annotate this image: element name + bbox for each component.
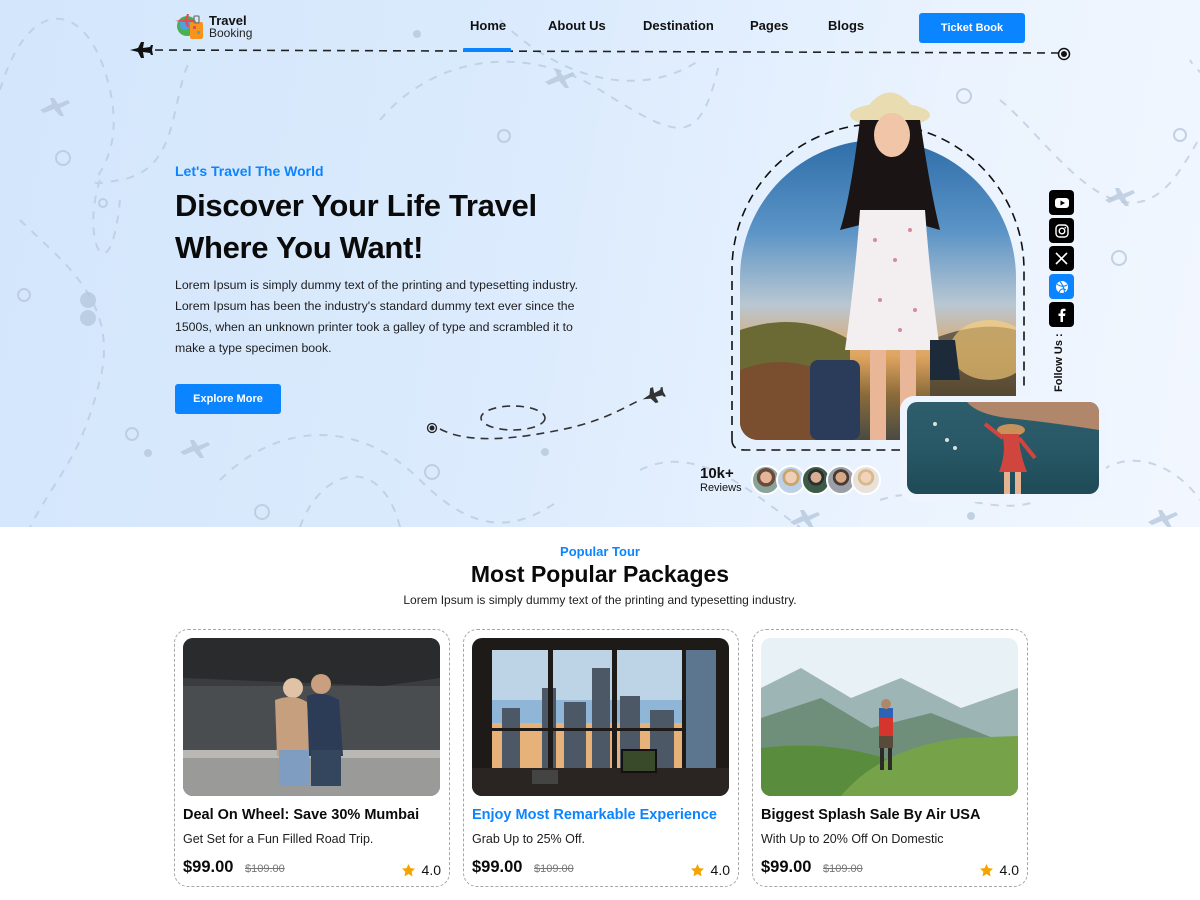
explore-more-button[interactable]: Explore More [175,384,281,414]
hero-headline: Discover Your Life Travel Where You Want… [175,188,537,265]
dribbble-link[interactable] [1049,274,1074,299]
hero-tagline: Let's Travel The World [175,163,324,179]
package-card[interactable]: Deal On Wheel: Save 30% Mumbai Get Set f… [174,629,450,887]
follow-us-label: Follow Us : [1053,333,1065,392]
nav-about-us[interactable]: About Us [548,18,606,33]
instagram-link[interactable] [1049,218,1074,243]
nav-blogs[interactable]: Blogs [828,18,864,33]
section-title: Most Popular Packages [470,561,730,587]
rating-value: 4.0 [999,862,1019,878]
woman-traveler-figure [840,92,960,440]
package-rating: 4.0 [979,862,1019,878]
package-old-price: $109.00 [245,863,285,875]
nav-pages[interactable]: Pages [750,18,788,33]
ticket-book-button[interactable]: Ticket Book [919,13,1025,43]
x-link[interactable] [1049,246,1074,271]
package-rating: 4.0 [401,862,441,878]
rating-value: 4.0 [710,862,730,878]
plane-icon [130,42,153,58]
logo[interactable]: Travel Booking [175,12,252,42]
logo-globe-luggage-icon [175,14,203,39]
facebook-link[interactable] [1049,302,1074,327]
rating-value: 4.0 [421,862,441,878]
star-icon [690,863,704,876]
reviews-count: 10k+ [700,465,734,482]
package-price: $99.00 [183,858,234,876]
package-title: Biggest Splash Sale By Air USA [761,807,981,823]
social-links [1049,190,1074,330]
facebook-icon [1058,308,1065,322]
package-card[interactable]: Biggest Splash Sale By Air USA With Up t… [752,629,1028,887]
reviews-summary: 10k+ Reviews [700,465,742,494]
package-old-price: $109.00 [534,863,574,875]
youtube-link[interactable] [1049,190,1074,215]
instagram-icon [1054,223,1069,238]
package-subtitle: With Up to 20% Off On Domestic [761,832,944,846]
secondary-photo [907,402,1099,494]
star-icon [401,863,415,876]
hero-description: Lorem Ipsum is simply dummy text of the … [175,278,579,355]
reviews-label: Reviews [700,482,742,494]
package-card[interactable]: Enjoy Most Remarkable Experience Grab Up… [463,629,739,887]
hero-section: Travel Booking Home About Us Destination… [0,0,1200,527]
package-old-price: $109.00 [823,863,863,875]
package-image-couple [183,638,440,796]
nav-home[interactable]: Home [470,18,506,33]
package-image-mountain-hiker [761,638,1018,796]
avatar [851,465,881,495]
x-icon [1055,252,1068,265]
package-title: Deal On Wheel: Save 30% Mumbai [183,807,420,823]
package-price: $99.00 [472,858,523,876]
package-title: Enjoy Most Remarkable Experience [472,807,717,823]
nav-active-indicator [463,48,511,52]
section-subtitle: Lorem Ipsum is simply dummy text of the … [403,593,797,607]
package-subtitle: Get Set for a Fun Filled Road Trip. [183,832,374,846]
package-price: $99.00 [761,858,812,876]
package-subtitle: Grab Up to 25% Off. [472,832,586,846]
youtube-icon [1054,197,1069,208]
section-eyebrow: Popular Tour [560,544,640,559]
package-image-city-window [472,638,729,796]
star-icon [979,863,993,876]
package-rating: 4.0 [690,862,730,878]
dribbble-icon [1055,280,1068,293]
logo-subtitle: Booking [209,26,253,40]
nav-destination[interactable]: Destination [643,18,714,33]
